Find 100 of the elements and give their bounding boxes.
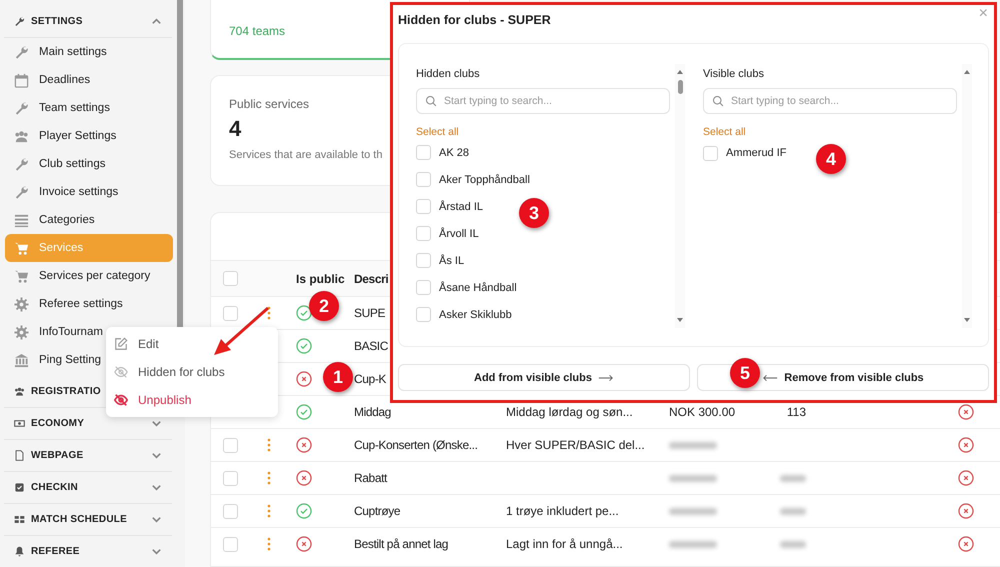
table-cell: SUPE	[354, 306, 386, 320]
chevron-icon[interactable]	[151, 482, 162, 493]
checkbox[interactable]	[416, 226, 431, 241]
checkbox[interactable]	[223, 438, 238, 452]
menu-item[interactable]: Hidden for clubs	[106, 358, 278, 386]
column-header[interactable]: Descri	[354, 272, 388, 286]
wrench-icon	[14, 44, 29, 60]
checkbox[interactable]	[416, 172, 431, 187]
sidebar-item[interactable]: Categories	[5, 206, 173, 234]
more-icon[interactable]	[267, 306, 271, 320]
x-circle-icon[interactable]	[958, 470, 974, 486]
chevron-icon[interactable]	[151, 514, 162, 525]
grid-icon	[14, 514, 25, 525]
checkbox[interactable]	[416, 145, 431, 160]
more-icon[interactable]	[267, 504, 271, 518]
x-circle-icon[interactable]	[958, 503, 974, 519]
table-cell: Rabatt	[354, 471, 387, 485]
stat-note: 704 teams	[229, 24, 286, 38]
table-cell: Cup-Konserten (Ønske...	[354, 438, 478, 452]
check-icon	[14, 482, 25, 493]
sidebar-item[interactable]: Team settings	[5, 94, 173, 122]
table-cell: Cup-K	[354, 372, 386, 386]
eye-slash-icon	[114, 365, 128, 379]
wrench-icon	[14, 156, 29, 172]
club-label: AK 28	[439, 146, 469, 158]
x-circle-icon[interactable]	[958, 437, 974, 453]
x-circle-icon[interactable]	[958, 404, 974, 420]
more-icon[interactable]	[267, 537, 271, 551]
checkbox[interactable]	[703, 146, 718, 160]
blurred-value	[780, 508, 806, 514]
table-cell: NOK 300.00	[669, 405, 736, 419]
search-icon	[425, 95, 437, 107]
stat-value: 4	[229, 116, 242, 142]
table-cell: Middag	[354, 405, 391, 419]
chevron-icon[interactable]	[151, 546, 162, 557]
club-label: Asker Skiklubb	[439, 308, 512, 320]
more-icon[interactable]	[267, 438, 271, 452]
section-heading[interactable]: MATCH SCHEDULE	[31, 514, 127, 525]
x-circle-icon[interactable]	[958, 536, 974, 552]
gear-icon	[14, 324, 29, 340]
checkbox[interactable]	[223, 470, 238, 486]
wrench-icon	[14, 184, 29, 200]
club-label: Ås IL	[439, 254, 464, 266]
blurred-value	[780, 474, 806, 482]
wrench-icon	[14, 16, 25, 27]
arrow-right-icon	[598, 374, 614, 382]
checkbox[interactable]	[223, 306, 238, 320]
section-heading[interactable]: REFEREE	[31, 546, 80, 557]
checkbox[interactable]	[223, 536, 238, 552]
pencil-icon	[114, 337, 128, 351]
checkbox[interactable]	[416, 253, 431, 268]
sidebar-item[interactable]: Referee settings	[5, 290, 173, 318]
arrow-left-icon	[762, 374, 778, 382]
stat-note: Services that are available to th	[229, 149, 382, 161]
checkbox[interactable]	[223, 271, 238, 286]
sidebar-item[interactable]: Invoice settings	[5, 178, 173, 206]
search-field[interactable]: Start typing to search...	[416, 88, 670, 114]
bank-icon	[14, 352, 29, 368]
sidebar-item[interactable]: Deadlines	[5, 66, 173, 94]
section-heading[interactable]: REGISTRATIO	[31, 386, 101, 397]
checkbox[interactable]	[416, 199, 431, 214]
gear-icon	[14, 296, 29, 312]
scrollbar[interactable]	[675, 64, 685, 328]
section-heading[interactable]: WEBPAGE	[31, 450, 84, 461]
sidebar-item[interactable]: Player Settings	[5, 122, 173, 150]
sidebar-item[interactable]: Services per category	[5, 262, 173, 290]
table-cell: BASIC	[354, 339, 388, 353]
club-label: Åsane Håndball	[439, 282, 517, 294]
cart-icon	[14, 240, 29, 256]
column-header[interactable]: Is public	[296, 272, 345, 286]
dialog-title: Hidden for clubs - SUPER	[398, 13, 551, 27]
more-icon[interactable]	[267, 471, 271, 485]
section-heading[interactable]: SETTINGS	[31, 16, 83, 27]
chevron-icon[interactable]	[151, 418, 162, 429]
club-label: Årstad IL	[439, 200, 484, 212]
money-icon	[14, 418, 25, 429]
menu-item[interactable]: Unpublish	[106, 386, 278, 414]
checkbox[interactable]	[416, 307, 431, 322]
scrollbar[interactable]	[962, 64, 972, 328]
chevron-icon[interactable]	[151, 450, 162, 461]
blurred-value	[669, 540, 717, 548]
users-icon	[14, 128, 29, 144]
blurred-value	[669, 508, 717, 514]
wrench-icon	[14, 100, 29, 116]
table-cell: Cuptrøye	[354, 504, 400, 518]
action-button[interactable]: Add from visible clubs	[398, 364, 690, 391]
search-field[interactable]: Start typing to search...	[703, 88, 957, 114]
checkbox[interactable]	[223, 504, 238, 518]
table-cell: Hver SUPER/BASIC del...	[506, 438, 645, 452]
menu-item[interactable]: Edit	[106, 330, 278, 358]
sidebar-item[interactable]: Main settings	[5, 38, 173, 66]
section-heading[interactable]: CHECKIN	[31, 482, 78, 493]
users-icon	[14, 386, 25, 397]
table-cell: Bestilt på annet lag	[354, 537, 448, 551]
section-heading[interactable]: ECONOMY	[31, 418, 84, 429]
list-icon	[14, 212, 29, 228]
checkbox[interactable]	[416, 280, 431, 295]
club-label: Årvoll IL	[439, 228, 479, 240]
sidebar-item[interactable]: Club settings	[5, 150, 173, 178]
file-icon	[14, 450, 25, 461]
